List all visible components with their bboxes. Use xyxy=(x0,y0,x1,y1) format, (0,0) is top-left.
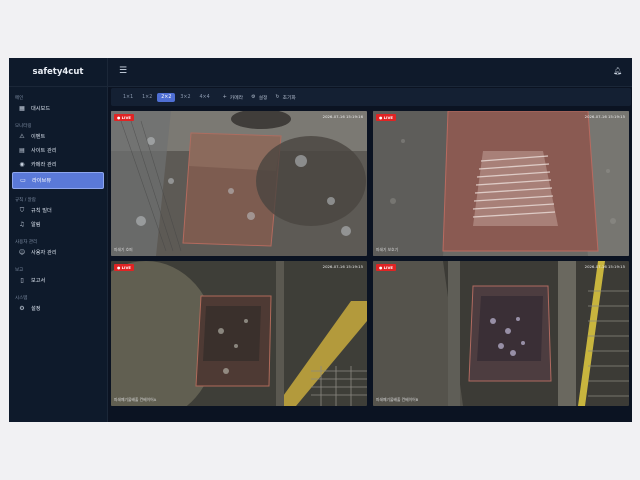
layout-4x4-button[interactable]: 4×4 xyxy=(196,93,214,102)
sidebar-item-alerts[interactable]: ♫ 알림 xyxy=(12,218,104,231)
camera-name: 파쇄폐기물배출 컨베이어B xyxy=(376,397,419,402)
sidebar-item-liveview[interactable]: ▭ 라이브뷰 xyxy=(12,172,104,189)
reset-button[interactable]: ↻ 초기화 xyxy=(275,94,295,101)
dashboard-icon: ▦ xyxy=(19,105,25,112)
sidebar-item-label: 설정 xyxy=(31,306,41,312)
camera-name: 파쇄폐기물배출 컨베이어A xyxy=(114,397,157,402)
camera-timestamp: 2026-07-16 15:19:15 xyxy=(322,264,363,269)
brand-logo[interactable]: safety4cut xyxy=(9,58,107,87)
sidebar-item-label: 라이브뷰 xyxy=(32,178,52,184)
sidebar-item-label: 사이트 관리 xyxy=(31,148,57,154)
add-camera-label: 카메라 xyxy=(229,95,244,101)
section-users: 사용자 관리 xyxy=(15,240,38,245)
camera-name: 파쇄기 보호기 xyxy=(376,247,399,252)
sidebar-item-label: 보고서 xyxy=(31,278,46,284)
bell-icon[interactable]: 🔔︎ xyxy=(613,67,622,75)
sidebar-item-cameras[interactable]: ◉ 카메라 관리 xyxy=(12,158,104,171)
camera-icon: ◉ xyxy=(19,161,25,168)
layout-2x2-button[interactable]: 2×2 xyxy=(157,92,176,102)
section-reports: 보고 xyxy=(15,268,24,273)
camera-feed-image xyxy=(373,111,629,256)
sidebar-item-label: 이벤트 xyxy=(31,134,46,140)
top-bar: ☰ 🔔︎ xyxy=(108,58,632,87)
shield-icon: ⛉ xyxy=(19,206,25,214)
camera-timestamp: 2026-07-16 15:19:16 xyxy=(322,114,363,119)
sidebar-item-label: 사용자 관리 xyxy=(31,250,57,256)
sidebar-item-events[interactable]: ⚠ 이벤트 xyxy=(12,130,104,143)
sidebar-item-rule-builder[interactable]: ⛉ 규칙 빌더 xyxy=(12,204,104,217)
section-main: 메인 xyxy=(15,96,24,101)
settings-label: 설정 xyxy=(258,95,268,101)
camera-tile[interactable]: ● LIVE 2026-07-16 15:19:16 파쇄기 호퍼 xyxy=(111,111,367,256)
camera-feed-image xyxy=(111,261,367,406)
settings-button[interactable]: ⚙ 설정 xyxy=(251,94,267,101)
section-monitoring: 모니터링 xyxy=(15,124,32,129)
camera-tile[interactable]: ● LIVE 2026-07-16 15:19:15 파쇄폐기물배출 컨베이어A xyxy=(111,261,367,406)
gear-icon: ⚙ xyxy=(251,94,256,100)
sidebar-item-dashboard[interactable]: ▦ 대시보드 xyxy=(12,102,104,115)
warning-icon: ⚠ xyxy=(19,133,25,140)
sidebar-item-sites[interactable]: ▤ 사이트 관리 xyxy=(12,144,104,157)
sidebar-item-label: 카메라 관리 xyxy=(31,162,57,168)
camera-tile[interactable]: ● LIVE 2026-07-16 15:19:15 파쇄기 보호기 xyxy=(373,111,629,256)
site-icon: ▤ xyxy=(19,147,25,154)
section-rules: 규칙 / 알람 xyxy=(15,198,36,203)
reset-icon: ↻ xyxy=(275,94,280,100)
layout-1x1-button[interactable]: 1×1 xyxy=(119,93,137,102)
reset-label: 초기화 xyxy=(282,95,296,101)
camera-timestamp: 2026-07-16 15:19:15 xyxy=(584,264,625,269)
layout-1x2-button[interactable]: 1×2 xyxy=(138,93,156,102)
app-window: safety4cut 메인 ▦ 대시보드 모니터링 ⚠ 이벤트 ▤ 사이트 관리… xyxy=(9,58,632,422)
sidebar-item-label: 규칙 빌더 xyxy=(31,208,52,214)
liveview-toolbar: 1×1 1×2 2×2 3×2 4×4 + 카메라 ⚙ 설정 ↻ 초기화 xyxy=(111,88,631,106)
menu-icon[interactable]: ☰ xyxy=(119,67,127,76)
sidebar-item-settings[interactable]: ⚙ 설정 xyxy=(12,302,104,315)
live-badge: ● LIVE xyxy=(376,114,396,121)
live-badge: ● LIVE xyxy=(114,264,134,271)
camera-timestamp: 2026-07-16 15:19:15 xyxy=(584,114,625,119)
video-icon: ▭ xyxy=(20,177,26,184)
sidebar: safety4cut 메인 ▦ 대시보드 모니터링 ⚠ 이벤트 ▤ 사이트 관리… xyxy=(9,58,108,422)
plus-icon: + xyxy=(222,94,227,100)
main-content: ☰ 🔔︎ 1×1 1×2 2×2 3×2 4×4 + 카메라 ⚙ 설정 ↻ 초기… xyxy=(108,58,632,422)
sidebar-item-users[interactable]: ☺ 사용자 관리 xyxy=(12,246,104,259)
live-badge: ● LIVE xyxy=(376,264,396,271)
camera-tile[interactable]: ● LIVE 2026-07-16 15:19:15 파쇄폐기물배출 컨베이어B xyxy=(373,261,629,406)
users-icon: ☺ xyxy=(18,249,26,256)
camera-name: 파쇄기 호퍼 xyxy=(114,247,133,252)
live-badge: ● LIVE xyxy=(114,114,134,121)
layout-3x2-button[interactable]: 3×2 xyxy=(176,93,194,102)
camera-feed-image xyxy=(373,261,629,406)
gear-icon: ⚙ xyxy=(19,305,25,312)
sidebar-item-label: 대시보드 xyxy=(31,106,51,112)
add-camera-button[interactable]: + 카메라 xyxy=(223,94,243,101)
camera-feed-image xyxy=(111,111,367,256)
sidebar-item-reports[interactable]: ▯ 보고서 xyxy=(12,274,104,287)
report-icon: ▯ xyxy=(20,277,24,284)
section-system: 시스템 xyxy=(15,296,28,301)
sidebar-item-label: 알림 xyxy=(31,222,41,228)
bell-icon: ♫ xyxy=(19,221,25,228)
